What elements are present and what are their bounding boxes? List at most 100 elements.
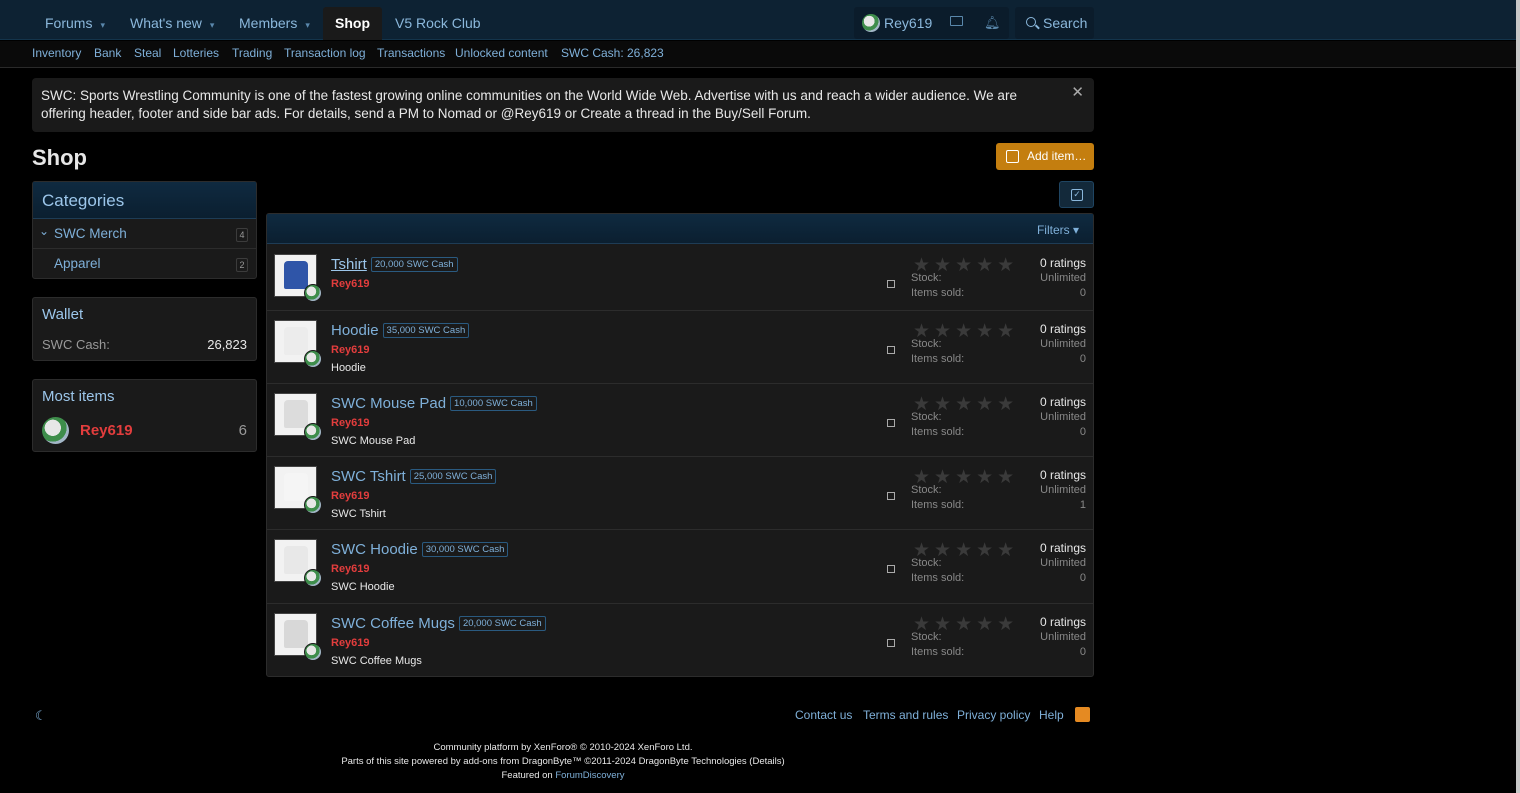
category-count: 2	[236, 258, 248, 272]
item-select-checkbox[interactable]	[887, 639, 895, 647]
item-thumbnail[interactable]	[274, 254, 322, 302]
category-apparel[interactable]: Apparel 2	[33, 249, 256, 279]
seller-link[interactable]: Rey619	[331, 563, 370, 575]
tab-shop[interactable]: Shop	[323, 7, 382, 40]
item-title-wrap: SWC Hoodie 30,000 SWC Cash	[331, 541, 509, 558]
subnav-transaction-log[interactable]: Transaction log	[284, 46, 366, 60]
close-icon[interactable]: ✕	[1071, 84, 1084, 102]
search-button[interactable]: Search	[1015, 7, 1094, 39]
item-title-link[interactable]: SWC Tshirt	[331, 468, 406, 485]
avatar[interactable]	[42, 417, 69, 444]
tab-members-label: Members	[239, 15, 298, 31]
avatar[interactable]	[304, 496, 322, 514]
filters-dropdown[interactable]: Filters ▾	[1037, 223, 1079, 237]
seller-link[interactable]: Rey619	[331, 344, 370, 356]
item-title-link[interactable]: SWC Mouse Pad	[331, 395, 446, 412]
search-label: Search	[1043, 15, 1088, 31]
item-thumbnail[interactable]	[274, 320, 322, 368]
avatar[interactable]	[304, 350, 322, 368]
subnav-lotteries[interactable]: Lotteries	[173, 46, 219, 60]
subnav-trading[interactable]: Trading	[232, 46, 272, 60]
category-swc-merch[interactable]: ⌄ SWC Merch 4	[33, 219, 256, 249]
category-count: 4	[236, 228, 248, 242]
categories-title: Categories	[33, 182, 256, 219]
chevron-down-icon[interactable]: ⌄	[39, 216, 49, 246]
footer-link-help[interactable]: Help	[1039, 708, 1064, 722]
price-badge: 35,000 SWC Cash	[382, 323, 470, 338]
select-toggle-button[interactable]: ✓	[1059, 181, 1094, 208]
rating-count: 0 ratings	[1039, 322, 1086, 336]
tab-forums[interactable]: Forums ▾	[33, 7, 117, 40]
top-navigation: Forums ▾ What's new ▾ Members ▾ Shop V5 Roc…	[0, 0, 1516, 40]
sold-label: Items sold:	[911, 287, 965, 299]
sold-label: Items sold:	[911, 499, 965, 511]
item-select-checkbox[interactable]	[887, 280, 895, 288]
price-badge: 25,000 SWC Cash	[409, 469, 497, 484]
item-image	[284, 546, 308, 574]
item-select-checkbox[interactable]	[887, 419, 895, 427]
footer-link-contact[interactable]: Contact us	[795, 708, 852, 722]
item-thumbnail[interactable]	[274, 539, 322, 587]
item-thumbnail[interactable]	[274, 393, 322, 441]
subnav-steal[interactable]: Steal	[134, 46, 161, 60]
tab-members[interactable]: Members ▾	[227, 7, 322, 40]
subnav-transactions[interactable]: Transactions	[377, 46, 445, 60]
chevron-down-icon[interactable]: ▾	[210, 20, 215, 30]
avatar[interactable]	[304, 423, 322, 441]
subnav-inventory[interactable]: Inventory	[32, 46, 81, 60]
user-menu: Rey619 🔔︎	[854, 7, 1009, 39]
item-thumbnail[interactable]	[274, 466, 322, 514]
list-item: SWC Coffee Mugs 20,000 SWC Cash Rey619 SWC …	[267, 604, 1093, 677]
item-title-link[interactable]: SWC Coffee Mugs	[331, 615, 455, 632]
subnav-unlocked-content[interactable]: Unlocked content	[455, 46, 548, 60]
most-items-user-link[interactable]: Rey619	[80, 422, 133, 439]
footer-link-privacy[interactable]: Privacy policy	[957, 708, 1030, 722]
subnav-swc-cash[interactable]: SWC Cash: 26,823	[561, 46, 664, 60]
item-title-link[interactable]: Hoodie	[331, 322, 379, 339]
avatar[interactable]	[304, 284, 322, 302]
category-label: SWC Merch	[54, 226, 127, 241]
wallet-value: 26,823	[207, 337, 247, 352]
rss-icon[interactable]	[1075, 707, 1090, 722]
username-link[interactable]: Rey619	[884, 7, 932, 39]
seller-link[interactable]: Rey619	[331, 490, 370, 502]
item-title-link[interactable]: Tshirt	[331, 256, 367, 273]
bell-icon[interactable]: 🔔︎	[984, 15, 1001, 31]
forumdiscovery-link[interactable]: ForumDiscovery	[555, 770, 624, 781]
list-item: SWC Hoodie 30,000 SWC Cash Rey619 SWC Hoodi…	[267, 530, 1093, 604]
rating-count: 0 ratings	[1039, 256, 1086, 270]
tab-whats-new[interactable]: What's new ▾	[118, 7, 226, 40]
envelope-icon[interactable]	[950, 16, 963, 26]
avatar[interactable]	[304, 569, 322, 587]
tab-v5-rock-club[interactable]: V5 Rock Club	[383, 7, 493, 40]
seller-link[interactable]: Rey619	[331, 417, 370, 429]
item-select-checkbox[interactable]	[887, 565, 895, 573]
stock-value: Unlimited	[1040, 338, 1086, 350]
item-select-checkbox[interactable]	[887, 346, 895, 354]
edit-icon	[1006, 150, 1019, 163]
stock-value: Unlimited	[1040, 411, 1086, 423]
moon-icon[interactable]: ☾	[35, 708, 47, 724]
item-select-checkbox[interactable]	[887, 492, 895, 500]
chevron-down-icon[interactable]: ▾	[100, 20, 105, 30]
item-title-link[interactable]: SWC Hoodie	[331, 541, 418, 558]
wallet-title: Wallet	[42, 306, 84, 323]
item-image	[284, 261, 308, 289]
item-thumbnail[interactable]	[274, 613, 322, 661]
sold-label: Items sold:	[911, 426, 965, 438]
avatar[interactable]	[304, 643, 322, 661]
seller-link[interactable]: Rey619	[331, 637, 370, 649]
avatar[interactable]	[862, 14, 880, 32]
subnav-bank[interactable]: Bank	[94, 46, 121, 60]
chevron-down-icon[interactable]: ▾	[305, 20, 310, 30]
sold-value: 0	[1079, 572, 1086, 584]
stock-value: Unlimited	[1040, 484, 1086, 496]
sold-value: 0	[1079, 287, 1086, 299]
footer-link-terms[interactable]: Terms and rules	[863, 708, 948, 722]
list-item: Tshirt 20,000 SWC Cash Rey619 ★★★★★ 0 rating…	[267, 245, 1093, 311]
seller-link[interactable]: Rey619	[331, 278, 370, 290]
add-item-button[interactable]: Add item…	[996, 143, 1094, 170]
stock-label: Stock:	[911, 484, 942, 496]
scrollbar[interactable]	[1516, 0, 1520, 793]
price-badge: 20,000 SWC Cash	[458, 616, 546, 631]
